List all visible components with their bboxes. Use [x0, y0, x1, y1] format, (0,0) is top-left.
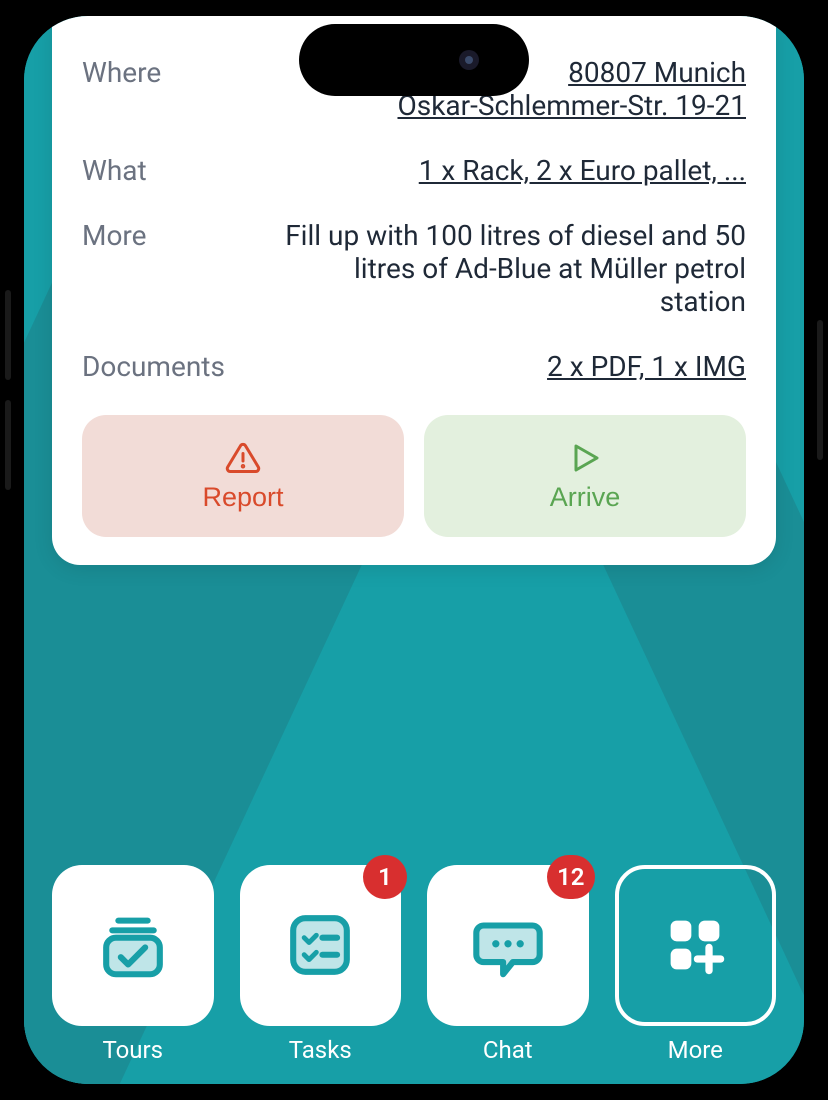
more-value: Fill up with 100 litres of diesel and 50… [262, 219, 746, 318]
tab-tours[interactable]: Tours [52, 865, 214, 1065]
tasks-caption: Tasks [289, 1036, 352, 1064]
report-button[interactable]: Report [82, 415, 404, 537]
tours-caption: Tours [102, 1036, 163, 1064]
what-value[interactable]: 1 x Rack, 2 x Euro pallet, ... [262, 154, 746, 187]
warning-triangle-icon [225, 440, 261, 476]
row-more: More Fill up with 100 litres of diesel a… [82, 219, 746, 318]
chat-badge: 12 [547, 855, 594, 899]
where-label: Where [82, 56, 242, 89]
more-icon [656, 906, 734, 984]
tab-tasks[interactable]: 1 Tasks [240, 865, 402, 1065]
chat-icon [469, 906, 547, 984]
row-what: What 1 x Rack, 2 x Euro pallet, ... [82, 154, 746, 187]
arrive-button-label: Arrive [550, 482, 621, 513]
row-documents: Documents 2 x PDF, 1 x IMG [82, 350, 746, 383]
details-card: Where 80807 Munich Oskar-Schlemmer-Str. … [52, 16, 776, 565]
dynamic-island [299, 24, 529, 96]
what-label: What [82, 154, 242, 187]
play-icon [567, 440, 603, 476]
screen: Where 80807 Munich Oskar-Schlemmer-Str. … [24, 16, 804, 1084]
documents-label: Documents [82, 350, 242, 383]
tours-icon [94, 906, 172, 984]
more-tile [615, 865, 777, 1027]
tab-more[interactable]: More [615, 865, 777, 1065]
chat-caption: Chat [483, 1036, 533, 1064]
arrive-button[interactable]: Arrive [424, 415, 746, 537]
documents-value[interactable]: 2 x PDF, 1 x IMG [262, 350, 746, 383]
action-buttons: Report Arrive [82, 415, 746, 537]
tab-bar: Tours 1 Tasks 12 [52, 865, 776, 1085]
tab-chat[interactable]: 12 Chat [427, 865, 589, 1065]
more-label: More [82, 219, 242, 252]
tasks-badge: 1 [363, 855, 407, 899]
tours-tile [52, 865, 214, 1027]
report-button-label: Report [202, 482, 283, 513]
tasks-icon [281, 906, 359, 984]
phone-frame: Where 80807 Munich Oskar-Schlemmer-Str. … [8, 0, 820, 1100]
more-caption: More [668, 1036, 723, 1064]
